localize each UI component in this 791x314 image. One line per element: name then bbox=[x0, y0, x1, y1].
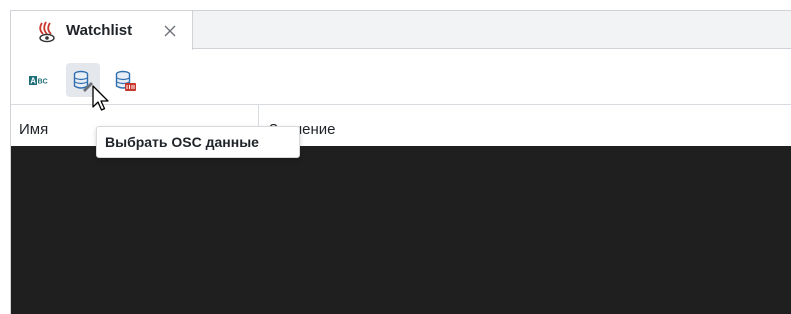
tooltip: Выбрать OSC данные bbox=[96, 126, 300, 158]
database-edit-icon bbox=[73, 70, 93, 92]
table-body[interactable] bbox=[11, 146, 791, 314]
svg-text:BC: BC bbox=[38, 79, 48, 86]
column-header-label: Имя bbox=[19, 121, 49, 138]
tab-strip: Watchlist bbox=[11, 11, 791, 50]
mouse-pointer-icon bbox=[92, 85, 109, 111]
close-icon[interactable] bbox=[163, 24, 177, 38]
watchlist-panel: Watchlist A BC Имя Значение bbox=[10, 10, 791, 314]
tab-title: Watchlist bbox=[66, 22, 133, 39]
svg-text:A: A bbox=[30, 77, 36, 86]
toolbar: A BC bbox=[11, 50, 791, 104]
abc-icon: A BC bbox=[29, 76, 48, 86]
column-header-value[interactable]: Значение bbox=[259, 105, 791, 147]
clear-osc-data-button[interactable] bbox=[108, 63, 142, 97]
abc-toggle-button[interactable]: A BC bbox=[22, 64, 56, 98]
tab-watchlist[interactable]: Watchlist bbox=[11, 11, 193, 50]
watchlist-eye-icon bbox=[39, 21, 55, 43]
database-clear-icon bbox=[115, 70, 136, 91]
